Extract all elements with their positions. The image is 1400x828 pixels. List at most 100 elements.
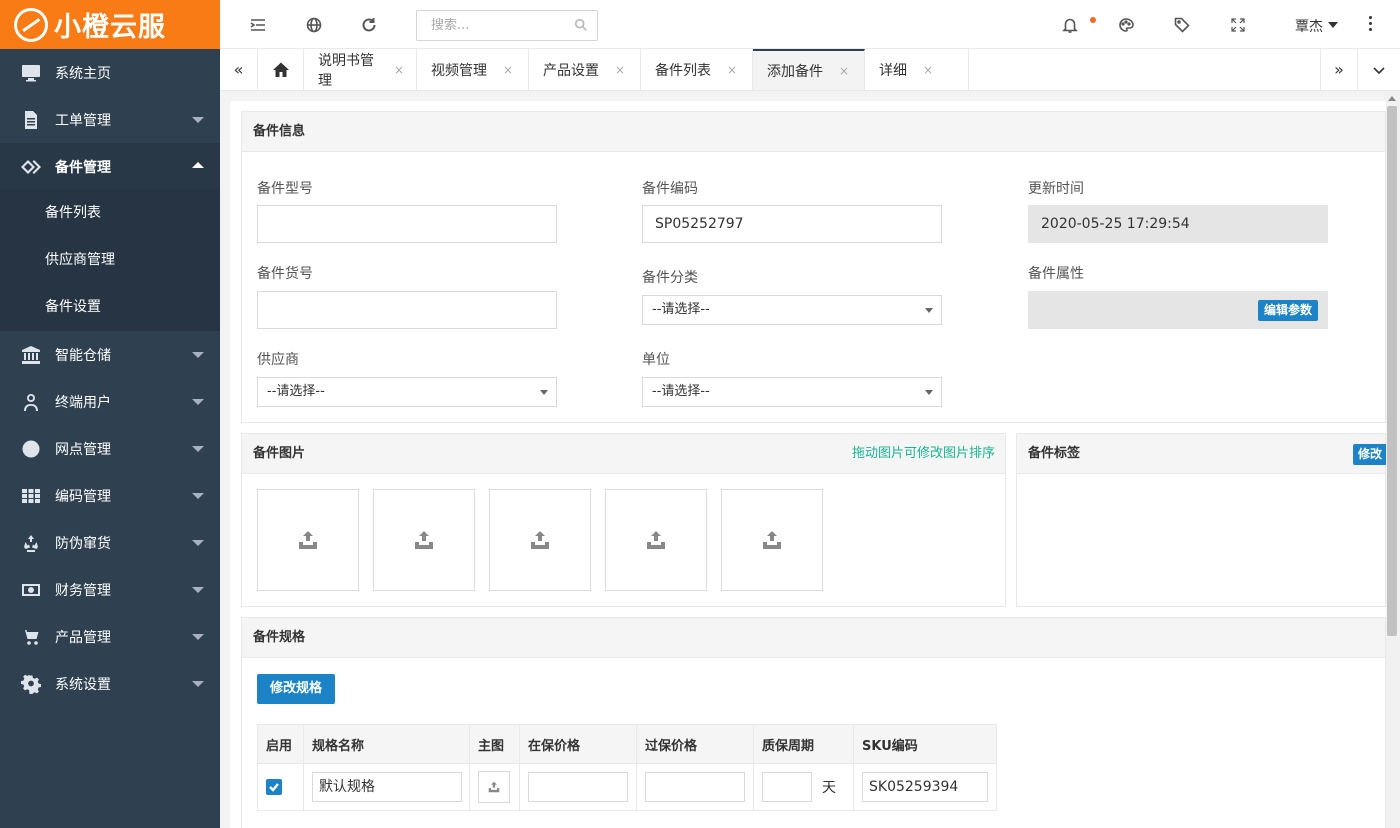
fullscreen-icon[interactable] — [1229, 16, 1247, 34]
tab-add-part[interactable]: 添加备件 × — [753, 49, 865, 90]
updated-time-field: 2020-05-25 17:29:54 — [1028, 205, 1328, 243]
image-upload-slot[interactable] — [721, 489, 823, 591]
sidebar-item-endusers[interactable]: 终端用户 — [0, 378, 220, 425]
column-header: 规格名称 — [303, 724, 470, 764]
close-icon[interactable]: × — [615, 63, 625, 77]
spec-name-input[interactable]: 默认规格 — [312, 772, 462, 802]
sidebar-item-codes[interactable]: 编码管理 — [0, 472, 220, 519]
close-icon[interactable]: × — [727, 63, 737, 77]
tab-parts-list[interactable]: 备件列表 × — [641, 49, 753, 90]
image-upload-slot[interactable] — [257, 489, 359, 591]
tab-videos[interactable]: 视频管理 × — [417, 49, 529, 90]
sidebar-subitem-suppliers[interactable]: 供应商管理 — [0, 237, 220, 284]
sidebar-item-workorders[interactable]: 工单管理 — [0, 96, 220, 143]
sidebar-item-outlets[interactable]: 网点管理 — [0, 425, 220, 472]
edit-spec-button[interactable]: 修改规格 — [257, 674, 335, 704]
column-header: 启用 — [257, 724, 304, 764]
sidebar-item-label: 智能仓储 — [55, 347, 111, 364]
sku-input[interactable] — [257, 291, 557, 329]
tab-details[interactable]: 详细 × — [865, 49, 969, 90]
logo[interactable]: 小橙云服 — [0, 0, 220, 49]
out-warranty-price-input[interactable] — [645, 772, 745, 802]
sidebar-item-anticounterfeit[interactable]: 防伪窜货 — [0, 519, 220, 566]
close-icon[interactable]: × — [839, 64, 849, 78]
edit-tags-button[interactable]: 修改 — [1353, 444, 1386, 465]
code-input[interactable]: SP05252797 — [642, 205, 942, 243]
unit-select[interactable]: --请选择-- — [642, 377, 942, 407]
tab-label: 视频管理 — [431, 62, 487, 79]
search-input[interactable] — [416, 10, 598, 41]
sidebar-subitem-parts-list[interactable]: 备件列表 — [0, 190, 220, 237]
edit-params-button[interactable]: 编辑参数 — [1258, 300, 1318, 321]
sidebar-item-finance[interactable]: 财务管理 — [0, 566, 220, 613]
sidebar-item-label: 终端用户 — [55, 394, 111, 411]
image-upload-slot[interactable] — [373, 489, 475, 591]
main-image-cell — [469, 763, 520, 811]
sidebar-item-warehouse[interactable]: 智能仓储 — [0, 331, 220, 378]
upload-icon — [647, 531, 665, 549]
sidebar-item-label: 网点管理 — [55, 441, 111, 458]
scroll-up-icon[interactable] — [1388, 96, 1396, 101]
sidebar-item-label: 防伪窜货 — [55, 535, 111, 552]
panel-header: 备件标签 修改 — [1017, 434, 1386, 474]
column-header: 主图 — [469, 724, 520, 764]
logo-icon — [14, 7, 48, 42]
tag-icon[interactable] — [1173, 16, 1191, 34]
panel-title: 备件标签 — [1028, 446, 1081, 461]
tab-label: 添加备件 — [767, 63, 823, 80]
spec-table: 启用 规格名称 主图 在保价格 过保价格 质保周期 SKU编码 默认规格 天 S… — [257, 724, 997, 811]
more-vertical-icon[interactable] — [1369, 16, 1373, 34]
chevron-down-icon — [192, 117, 204, 123]
globe-icon[interactable] — [305, 16, 323, 34]
upload-icon — [531, 531, 549, 549]
bell-icon[interactable] — [1061, 16, 1079, 34]
period-unit: 天 — [822, 780, 836, 796]
chevron-down-icon — [192, 399, 204, 405]
sidebar-submenu: 备件列表 供应商管理 备件设置 — [0, 190, 220, 331]
sku-code-input[interactable]: SK05259394 — [862, 772, 988, 802]
palette-icon[interactable] — [1117, 16, 1135, 34]
username[interactable]: 覃杰 — [1295, 16, 1323, 36]
gear-icon — [20, 674, 42, 694]
in-warranty-price-input[interactable] — [528, 772, 628, 802]
tab-manuals[interactable]: 说明书管理 × — [304, 49, 417, 90]
model-input[interactable] — [257, 205, 557, 243]
warranty-period-input[interactable] — [762, 772, 812, 802]
category-select[interactable]: --请选择-- — [642, 295, 942, 325]
close-icon[interactable]: × — [394, 63, 404, 77]
tab-bar: « 说明书管理 × 视频管理 × 产品设置 × 备件列表 × 添加备件 × 详细 × » — [220, 49, 1400, 91]
close-icon[interactable]: × — [923, 63, 933, 77]
sidebar-item-spareparts[interactable]: 备件管理 — [0, 143, 220, 190]
image-upload-slot[interactable] — [605, 489, 707, 591]
home-icon[interactable] — [258, 49, 304, 90]
scrollbar-thumb[interactable] — [1387, 106, 1397, 636]
model-label: 备件型号 — [257, 181, 313, 197]
sidebar-item-products[interactable]: 产品管理 — [0, 613, 220, 660]
supplier-select[interactable]: --请选择-- — [257, 377, 557, 407]
close-icon[interactable]: × — [503, 63, 513, 77]
refresh-icon[interactable] — [360, 16, 378, 34]
tab-label: 产品设置 — [543, 62, 599, 79]
sidebar-item-home[interactable]: 系统主页 — [0, 49, 220, 96]
enabled-checkbox[interactable] — [266, 779, 282, 795]
tab-scroll-right-button[interactable]: » — [1320, 49, 1358, 90]
chevron-down-icon[interactable] — [1358, 49, 1400, 90]
sidebar-item-label: 备件管理 — [55, 159, 111, 176]
category-label: 备件分类 — [642, 270, 698, 286]
main-image-upload[interactable] — [478, 771, 510, 803]
main-content: 备件信息 备件型号 备件编码 SP05252797 更新时间 2020-05-2… — [230, 101, 1386, 828]
scrollbar[interactable] — [1384, 92, 1400, 828]
menu-toggle-icon[interactable] — [249, 16, 267, 34]
upload-icon — [415, 531, 433, 549]
tab-product-settings[interactable]: 产品设置 × — [529, 49, 641, 90]
sidebar-subitem-parts-settings[interactable]: 备件设置 — [0, 284, 220, 331]
column-header: 过保价格 — [636, 724, 754, 764]
tab-scroll-left-button[interactable]: « — [220, 49, 258, 90]
sidebar-item-label: 工单管理 — [55, 112, 111, 129]
document-icon — [20, 110, 42, 130]
chevron-down-icon[interactable] — [1328, 22, 1338, 28]
chevron-down-icon — [192, 634, 204, 640]
sidebar-item-settings[interactable]: 系统设置 — [0, 660, 220, 707]
search-icon[interactable] — [574, 18, 590, 34]
image-upload-slot[interactable] — [489, 489, 591, 591]
